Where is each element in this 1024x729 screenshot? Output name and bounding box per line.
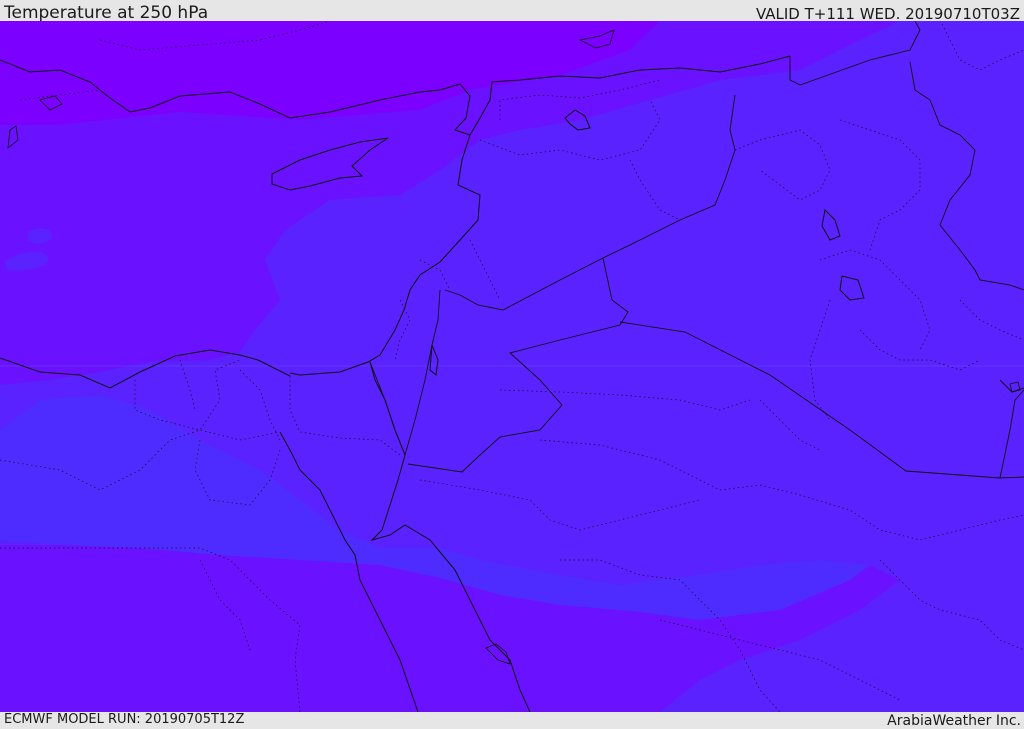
credit-label: ArabiaWeather Inc. bbox=[887, 713, 1021, 729]
header-bar: Temperature at 250 hPa VALID T+111 WED. … bbox=[0, 0, 1024, 23]
model-run-label: ECMWF MODEL RUN: 20190705T12Z bbox=[4, 712, 245, 727]
weather-map[interactable] bbox=[0, 21, 1024, 712]
map-title: Temperature at 250 hPa bbox=[4, 3, 209, 23]
footer-bar: ECMWF MODEL RUN: 20190705T12Z ArabiaWeat… bbox=[0, 712, 1024, 729]
